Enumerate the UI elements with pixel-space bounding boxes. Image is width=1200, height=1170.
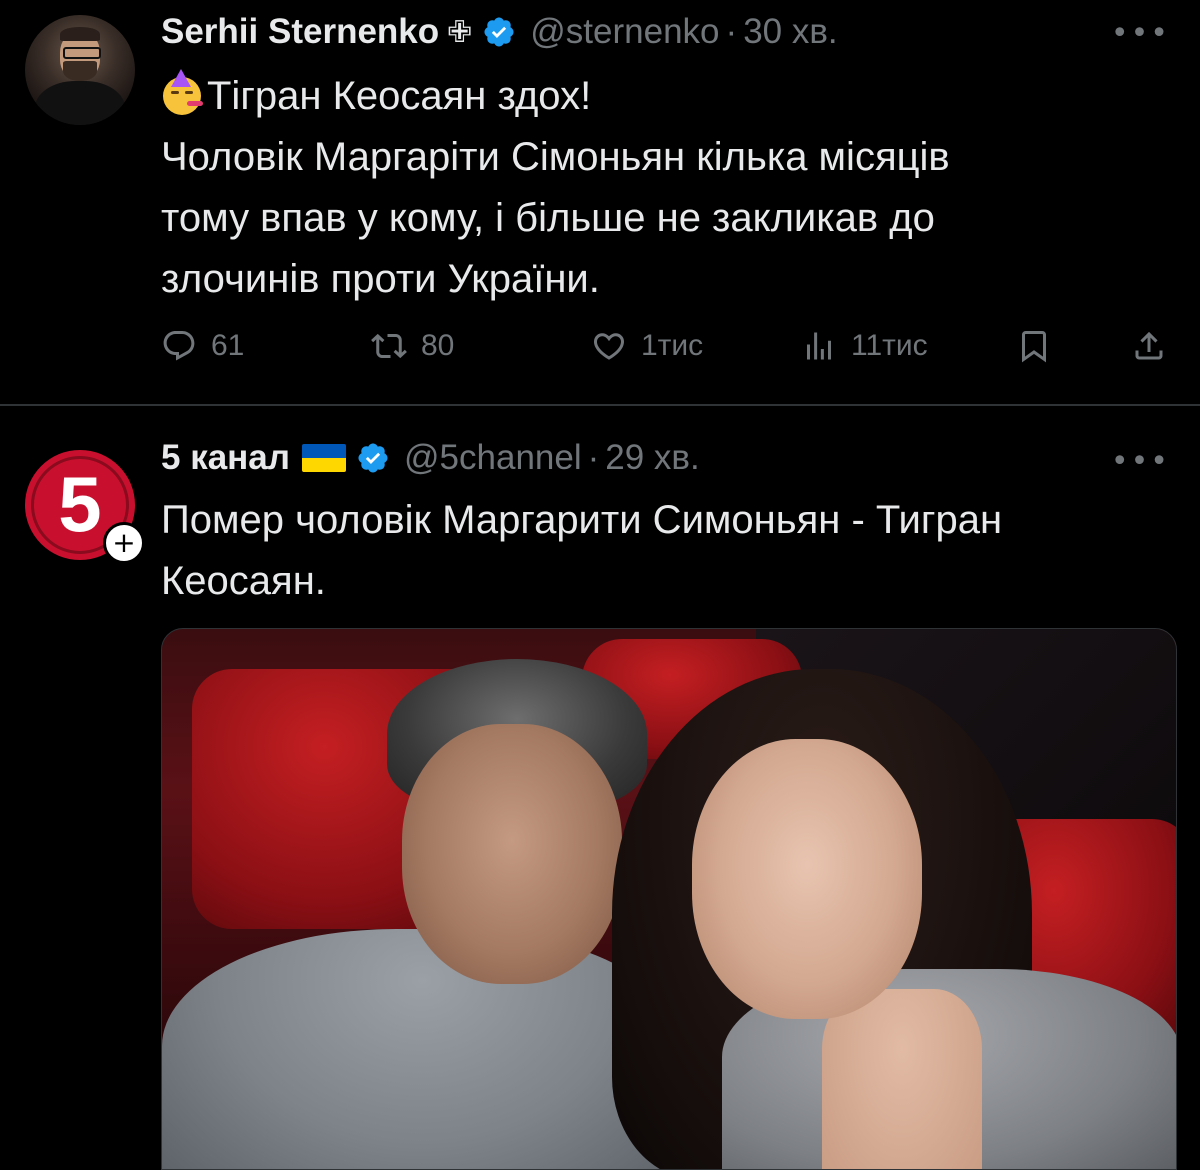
tweet-text-line-2: Чоловік Маргаріти Сімоньян кілька місяці…	[161, 135, 950, 179]
bookmark-button[interactable]	[1016, 322, 1052, 370]
photo-man-face	[402, 724, 622, 984]
tweet-text-line: Тігран Кеосаян здох!	[161, 66, 1171, 127]
photo-man-shirt	[162, 929, 682, 1169]
tweet-text-line-1: Тігран Кеосаян здох!	[207, 74, 592, 118]
separator-dot: ·	[587, 438, 600, 477]
author-name[interactable]: 5 канал	[161, 438, 290, 478]
tweet-text-line-2: Кеосаян.	[161, 559, 326, 603]
more-icon[interactable]: •••	[1111, 16, 1170, 51]
tweet-text: Помер чоловік Маргарити Симоньян - Тигра…	[161, 490, 1171, 612]
retweet-icon	[371, 333, 407, 359]
tweet-text-line-1: Помер чоловік Маргарити Симоньян - Тигра…	[161, 498, 1003, 542]
like-button[interactable]: 1тис	[591, 322, 703, 370]
cross-badge-icon: ✙	[447, 14, 473, 50]
share-button[interactable]	[1131, 322, 1167, 370]
tweet-header: 5 канал @5channel · 29 хв.	[161, 436, 700, 480]
separator-dot: ·	[725, 12, 738, 51]
tweet-5channel[interactable]: 5 + 5 канал @5channel · 29 хв. ••• Помер…	[0, 406, 1200, 1170]
author-handle[interactable]: @5channel	[404, 438, 582, 478]
like-icon	[593, 333, 625, 360]
timestamp[interactable]: 30 хв.	[743, 12, 837, 52]
ukraine-flag-icon	[302, 444, 347, 472]
follow-plus-icon[interactable]: +	[103, 522, 145, 564]
views-count: 11тис	[851, 329, 928, 362]
views-button[interactable]: 11тис	[801, 322, 928, 370]
share-icon	[1135, 331, 1163, 360]
timestamp[interactable]: 29 хв.	[605, 438, 699, 478]
bookmark-icon	[1022, 331, 1046, 363]
tweet-text: Тігран Кеосаян здох! Чоловік Маргаріти С…	[161, 66, 1171, 310]
reply-icon	[163, 331, 195, 361]
reply-count: 61	[211, 329, 245, 362]
tweet-sternenko[interactable]: Serhii Sternenko ✙ @sternenko · 30 хв. •…	[0, 0, 1200, 405]
author-handle[interactable]: @sternenko	[530, 12, 719, 52]
tweet-text-line-3: тому впав у кому, і більше не закликав д…	[161, 196, 935, 240]
avatar-beard	[63, 61, 97, 81]
verified-icon[interactable]	[482, 15, 516, 49]
photo-woman-neck	[822, 989, 982, 1169]
avatar-shirt	[35, 81, 125, 125]
tweet-actions: 61 80 1тис 11тис	[161, 322, 1171, 370]
reply-button[interactable]: 61	[161, 322, 244, 370]
avatar-sternenko[interactable]	[25, 15, 135, 125]
views-icon	[807, 332, 831, 360]
partying-face-emoji	[161, 69, 205, 115]
verified-icon[interactable]	[356, 441, 390, 475]
tweet-photo[interactable]	[161, 628, 1177, 1170]
like-count: 1тис	[641, 329, 704, 362]
tweet-header: Serhii Sternenko ✙ @sternenko · 30 хв.	[161, 10, 838, 54]
avatar-glasses	[63, 47, 101, 59]
avatar-hair	[60, 27, 100, 41]
retweet-button[interactable]: 80	[371, 322, 454, 370]
tweet-text-line-4: злочинів проти України.	[161, 257, 600, 301]
photo-woman-face	[692, 739, 922, 1019]
author-name[interactable]: Serhii Sternenko	[161, 12, 439, 52]
more-icon[interactable]: •••	[1111, 444, 1170, 479]
retweet-count: 80	[421, 329, 455, 362]
